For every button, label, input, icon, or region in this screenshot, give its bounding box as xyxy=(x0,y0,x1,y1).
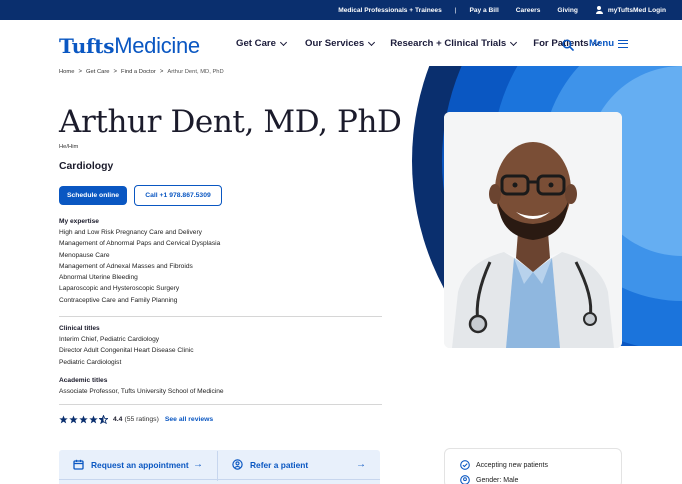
util-separator: | xyxy=(454,6,457,14)
nav-get-care[interactable]: Get Care xyxy=(236,38,288,49)
clinical-titles-title: Clinical titles xyxy=(59,325,100,332)
tufts-medicine-logo[interactable]: TuftsMedicine xyxy=(59,33,200,59)
chevron-down-icon xyxy=(279,38,288,46)
util-link-pay-bill[interactable]: Pay a Bill xyxy=(469,7,498,14)
main-nav: Get Care Our Services Research + Clinica… xyxy=(236,38,600,49)
util-link-giving[interactable]: Giving xyxy=(557,7,578,14)
util-link-professionals[interactable]: Medical Professionals + Trainees xyxy=(338,7,442,14)
clinical-title-item: Director Adult Congenital Heart Disease … xyxy=(59,347,194,355)
half-star-icon xyxy=(99,415,108,424)
clinical-title-item: Interim Chief, Pediatric Cardiology xyxy=(59,336,160,343)
star-icon xyxy=(69,415,78,424)
util-link-careers[interactable]: Careers xyxy=(516,7,541,14)
breadcrumb-find-doctor[interactable]: Find a Doctor xyxy=(121,69,156,75)
ratings: 4.4 (55 ratings) See all reviews xyxy=(59,415,213,424)
request-appointment-link[interactable]: Request an appointment xyxy=(73,459,189,470)
breadcrumb-separator: > xyxy=(78,69,82,75)
menu-label: Menu xyxy=(589,38,615,49)
rating-count: (55 ratings) xyxy=(124,416,159,423)
call-button[interactable]: Call +1 978.867.5309 xyxy=(134,185,222,206)
expertise-section: My expertise High and Low Risk Pregnancy… xyxy=(59,217,220,306)
see-all-reviews-link[interactable]: See all reviews xyxy=(165,416,213,423)
accepting-patients-label: Accepting new patients xyxy=(476,461,548,469)
nav-our-services-label: Our Services xyxy=(305,38,365,49)
util-link-login[interactable]: myTuftsMed Login xyxy=(608,7,666,14)
nav-for-patients-label: For Patients xyxy=(533,38,589,49)
nav-research[interactable]: Research + Clinical Trials xyxy=(390,38,518,49)
academic-titles-section: Academic titles Associate Professor, Tuf… xyxy=(59,376,224,397)
chevron-down-icon xyxy=(368,38,376,46)
clinical-titles-section: Clinical titles Interim Chief, Pediatric… xyxy=(59,324,194,368)
chevron-down-icon xyxy=(510,38,518,46)
refer-icon xyxy=(232,459,243,470)
breadcrumb-get-care[interactable]: Get Care xyxy=(86,69,110,75)
divider xyxy=(59,316,382,317)
menu-button[interactable]: Menu xyxy=(589,38,629,49)
calendar-icon xyxy=(73,459,84,470)
accepting-patients-row: Accepting new patients xyxy=(460,460,548,470)
breadcrumb-separator: > xyxy=(113,69,118,75)
nav-research-label: Research + Clinical Trials xyxy=(390,38,507,49)
check-circle-icon xyxy=(460,460,470,470)
pronouns: He/Him xyxy=(59,144,79,150)
specialty: Cardiology xyxy=(59,161,114,172)
expertise-item: High and Low Risk Pregnancy Care and Del… xyxy=(59,229,202,236)
person-icon xyxy=(595,5,604,15)
expertise-item: Laparoscopic and Hysteroscopic Surgery xyxy=(59,285,180,293)
academic-titles-title: Academic titles xyxy=(59,377,108,384)
clinical-title-item: Pediatric Cardiologist xyxy=(59,358,122,366)
gender-label: Gender: Male xyxy=(476,476,519,484)
expertise-item: Abnormal Uterine Bleeding xyxy=(59,274,138,282)
action-divider xyxy=(217,451,218,481)
expertise-title: My expertise xyxy=(59,218,99,225)
logo-bold-text: Tufts xyxy=(59,34,115,58)
expertise-item: Management of Abnormal Paps and Cervical… xyxy=(59,240,221,248)
expertise-item: Management of Adnexal Masses and Fibroid… xyxy=(59,262,193,270)
refer-patient-label: Refer a patient xyxy=(250,459,309,470)
star-icon xyxy=(59,415,68,424)
hamburger-icon xyxy=(618,39,629,48)
rating-value: 4.4 xyxy=(113,416,123,423)
star-icon xyxy=(79,415,88,424)
breadcrumb-separator: > xyxy=(159,69,164,75)
arrow-right-icon: → xyxy=(356,459,366,470)
action-divider xyxy=(59,479,380,480)
doctor-photo xyxy=(444,112,622,348)
academic-title-item: Associate Professor, Tufts University Sc… xyxy=(59,388,224,395)
star-rating xyxy=(59,415,108,424)
logo-light-text: Medicine xyxy=(114,33,200,58)
gender-icon xyxy=(460,475,470,484)
breadcrumb-home[interactable]: Home xyxy=(59,69,74,75)
schedule-online-button[interactable]: Schedule online xyxy=(59,186,127,205)
breadcrumb: Home > Get Care > Find a Doctor > Arthur… xyxy=(59,69,224,75)
request-appointment-label: Request an appointment xyxy=(91,459,189,470)
expertise-item: Contraceptive Care and Family Planning xyxy=(59,296,178,304)
arrow-right-icon: → xyxy=(193,459,203,470)
refer-patient-link[interactable]: Refer a patient xyxy=(232,459,308,470)
nav-get-care-label: Get Care xyxy=(236,38,276,49)
divider xyxy=(59,404,382,405)
nav-our-services[interactable]: Our Services xyxy=(305,38,376,49)
search-icon[interactable] xyxy=(562,39,574,51)
expertise-item: Menopause Care xyxy=(59,251,110,259)
breadcrumb-current: Arthur Dent, MD, PhD xyxy=(167,69,224,75)
star-icon xyxy=(89,415,98,424)
doctor-name: Arthur Dent, MD, PhD xyxy=(59,104,402,140)
utility-bar: Medical Professionals + Trainees | Pay a… xyxy=(0,0,682,20)
gender-row: Gender: Male xyxy=(460,475,518,484)
